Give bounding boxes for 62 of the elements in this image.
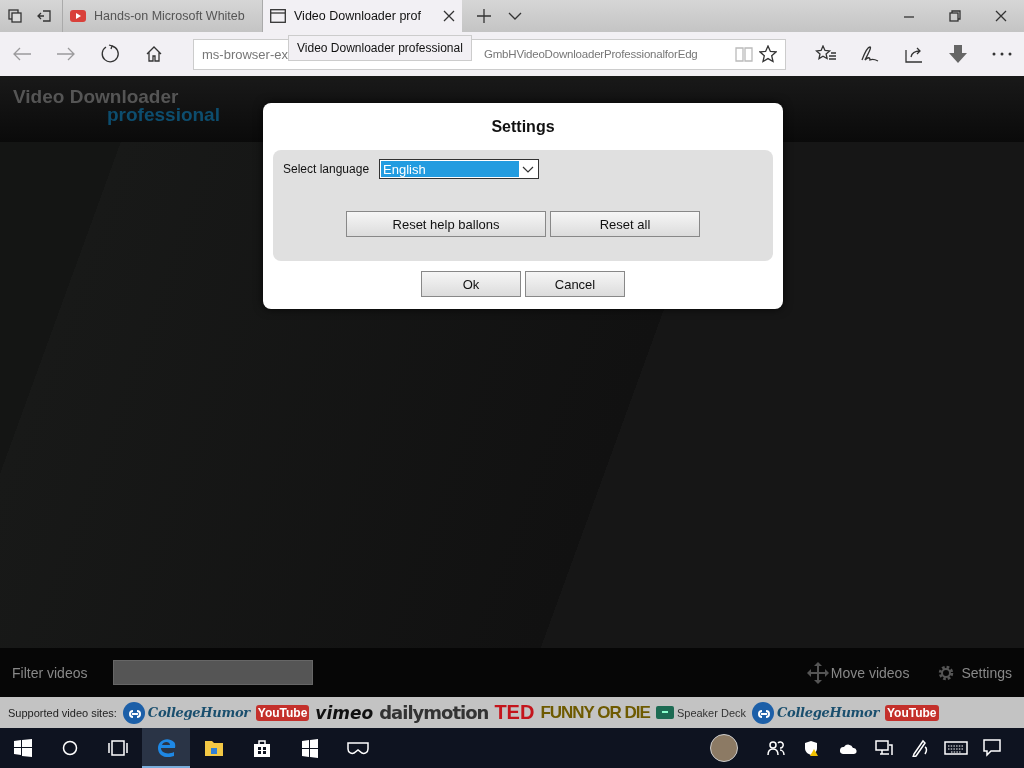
home-icon[interactable]: [145, 45, 163, 63]
slide-deck-icon: [655, 706, 674, 719]
network-icon[interactable]: [875, 740, 893, 756]
window-icon: [270, 9, 286, 23]
language-dropdown[interactable]: English: [379, 159, 540, 179]
site-logo[interactable]: dailymotion: [379, 702, 489, 723]
tooltip: Video Downloader professional: [288, 35, 472, 61]
settings-button[interactable]: Settings: [937, 663, 1012, 682]
site-logo[interactable]: Speaker Deck: [676, 706, 746, 719]
chain-link-icon: [122, 701, 145, 724]
keyboard-icon[interactable]: [944, 740, 968, 756]
site-logo[interactable]: vimeo: [315, 702, 374, 723]
pen-icon[interactable]: [860, 45, 880, 63]
gear-icon: [937, 663, 956, 682]
filter-field[interactable]: [113, 660, 314, 685]
move-cross-icon: [806, 661, 829, 684]
store-bag-icon[interactable]: [252, 738, 272, 758]
folder-icon[interactable]: [204, 738, 224, 758]
chain-link-icon: [752, 701, 774, 724]
language-label: Select language: [283, 162, 370, 176]
people-icon[interactable]: [767, 740, 785, 756]
tiles-icon[interactable]: [300, 738, 320, 758]
notification-icon[interactable]: [983, 739, 1001, 757]
site-logo[interactable]: CollegeHumor: [777, 705, 879, 720]
chevron-down-icon[interactable]: [508, 12, 522, 20]
site-logo[interactable]: CollegeHumor: [147, 705, 250, 720]
favorites-list-icon[interactable]: [815, 45, 837, 63]
plus-icon[interactable]: [477, 9, 491, 23]
browser-tab[interactable]: Video Downloader prof: [262, 0, 462, 32]
supported-sites-label: Supported video sites:: [8, 706, 117, 719]
site-logo[interactable]: YouTube: [884, 704, 939, 721]
site-logo[interactable]: FUNNY OR DIE: [540, 702, 650, 723]
download-arrow-icon[interactable]: [948, 45, 968, 63]
move-videos-button[interactable]: Move videos: [806, 661, 910, 684]
site-logo[interactable]: TED: [494, 701, 535, 724]
dialog-button[interactable]: Ok: [421, 271, 521, 297]
browser-e-icon[interactable]: [156, 737, 176, 757]
share-icon[interactable]: [904, 45, 924, 63]
site-logo[interactable]: YouTube: [255, 704, 310, 721]
avatar[interactable]: [710, 734, 738, 762]
restore-icon[interactable]: [949, 10, 961, 22]
close-icon[interactable]: [995, 10, 1007, 22]
reset-button[interactable]: Reset help ballons: [346, 211, 546, 237]
tab-stack-icon[interactable]: [8, 9, 22, 23]
star-icon[interactable]: [759, 45, 777, 63]
filter-label: Filter videos: [12, 664, 88, 681]
more-icon[interactable]: [992, 52, 1012, 56]
headset-icon[interactable]: [346, 739, 370, 757]
url-text: GmbHVideoDownloaderProfessionalforEdg: [483, 48, 699, 60]
reset-button[interactable]: Reset all: [550, 211, 700, 237]
shield-warning-icon[interactable]: [804, 740, 820, 756]
refresh-icon[interactable]: [100, 44, 120, 64]
video-play-icon: [70, 10, 86, 22]
start-icon[interactable]: [14, 739, 32, 757]
url-text: ms-browser-ex: [202, 46, 288, 62]
dialog-button[interactable]: Cancel: [525, 271, 625, 297]
search-circle-icon[interactable]: [62, 740, 78, 756]
tab-aside-icon[interactable]: [37, 10, 51, 22]
chevron-down-icon: [522, 166, 535, 174]
dialog-title: Settings: [491, 118, 555, 136]
task-view-icon[interactable]: [108, 740, 128, 756]
close-icon[interactable]: [443, 10, 455, 22]
